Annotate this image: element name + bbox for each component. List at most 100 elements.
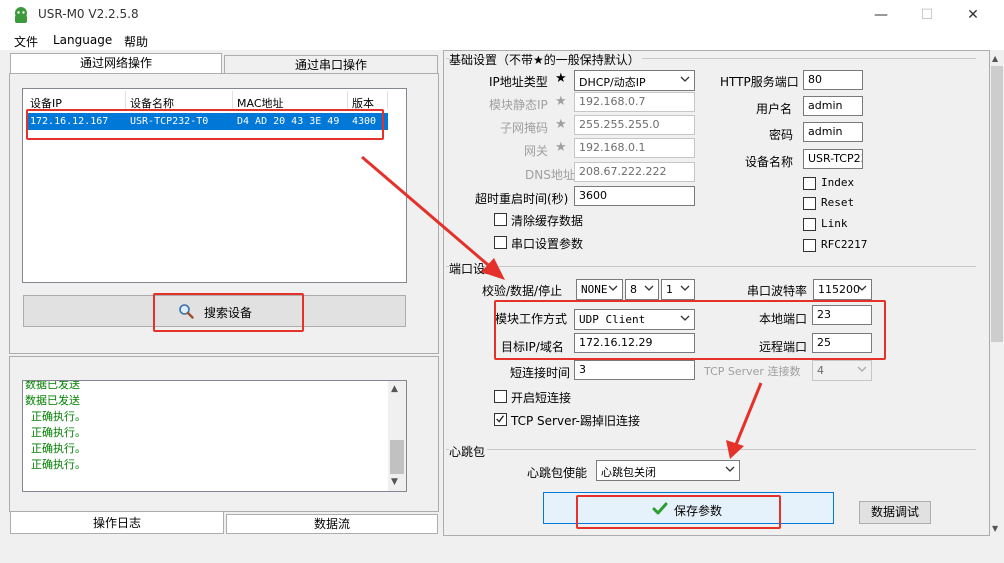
tcp-conn-select[interactable]: 4 [812, 360, 872, 381]
scrollbar-thumb[interactable] [991, 66, 1003, 342]
tab-serial[interactable]: 通过串口操作 [224, 55, 438, 75]
scrollbar-thumb[interactable] [390, 440, 404, 474]
chevron-down-icon [644, 285, 654, 291]
stopbits-select[interactable]: 1 [661, 279, 695, 300]
maximize-button[interactable]: ☐ [904, 0, 950, 30]
kick-old-label: TCP Server-踢掉旧连接 [511, 414, 640, 428]
password-label: 密码 [769, 128, 794, 142]
username-field[interactable]: admin [803, 96, 863, 116]
baud-select[interactable]: 115200 [813, 279, 872, 300]
reset-label: Reset [821, 196, 855, 209]
section-divider [446, 449, 976, 450]
reset-checkbox[interactable] [803, 197, 816, 210]
tab-data-stream[interactable]: 数据流 [226, 514, 438, 534]
rfc2217-checkbox[interactable] [803, 239, 816, 252]
parity-value: NONE [581, 283, 608, 296]
menu-help[interactable]: 帮助 [124, 33, 148, 50]
star-icon: ★ [555, 94, 567, 109]
index-label: Index [821, 176, 855, 189]
enable-short-checkbox[interactable] [494, 390, 507, 403]
data-debug-button[interactable]: 数据调试 [859, 501, 931, 524]
chevron-down-icon [608, 285, 618, 291]
gateway-field[interactable]: 192.168.0.1 [574, 138, 695, 158]
kick-old-checkbox[interactable] [494, 413, 507, 426]
parity-label: 校验/数据/停止 [482, 284, 563, 298]
dns-field[interactable]: 208.67.222.222 [574, 162, 695, 182]
heartbeat-enable-select[interactable]: 心跳包关闭 [596, 460, 740, 481]
menu-file[interactable]: 文件 [14, 33, 38, 50]
basic-section-title: 基础设置（不带★的一般保持默认） [449, 51, 642, 68]
username-label: 用户名 [756, 102, 793, 116]
annotation-box [576, 495, 781, 529]
link-checkbox[interactable] [803, 218, 816, 231]
star-icon: ★ [555, 71, 567, 86]
star-icon: ★ [555, 117, 567, 132]
ip-type-value: DHCP/动态IP [579, 76, 646, 89]
log-line: 数据已发送 [25, 394, 80, 407]
tcp-conn-label: TCP Server 连接数 [704, 365, 801, 378]
static-ip-label: 模块静态IP [489, 98, 548, 112]
short-conn-field[interactable]: 3 [574, 360, 695, 380]
heartbeat-section-title: 心跳包 [449, 443, 488, 460]
stopbits-value: 1 [666, 283, 673, 296]
log-output[interactable]: 数据已发送 数据已发送 正确执行。 正确执行。 正确执行。 正确执行。 [22, 380, 407, 492]
dns-label: DNS地址 [525, 168, 575, 182]
annotation-box [153, 293, 304, 332]
menu-bar [0, 30, 1004, 50]
tab-network[interactable]: 通过网络操作 [10, 53, 222, 74]
rfc2217-label: RFC2217 [821, 238, 868, 251]
port-section-title: 端口设置 [449, 260, 500, 277]
menu-language[interactable]: Language [53, 33, 112, 47]
short-conn-label: 短连接时间 [510, 366, 571, 380]
column-divider [232, 91, 233, 109]
device-name-field[interactable]: USR-TCP23 [803, 149, 863, 169]
index-checkbox[interactable] [803, 177, 816, 190]
scroll-up-icon[interactable]: ▲ [391, 384, 398, 394]
title-bar [0, 0, 1004, 30]
chevron-down-icon [857, 366, 867, 372]
log-line: 正确执行。 [31, 426, 86, 439]
password-field[interactable]: admin [803, 122, 863, 142]
timeout-label: 超时重启时间(秒) [475, 192, 569, 206]
chevron-down-icon [725, 466, 735, 472]
scroll-up-icon[interactable]: ▲ [992, 54, 998, 63]
window-title: USR-M0 V2.2.5.8 [38, 7, 139, 21]
scroll-down-icon[interactable]: ▼ [391, 477, 398, 487]
baud-label: 串口波特率 [747, 284, 808, 298]
scroll-down-icon[interactable]: ▼ [992, 524, 998, 533]
minimize-button[interactable]: — [858, 0, 904, 30]
ip-type-select[interactable]: DHCP/动态IP [574, 70, 695, 91]
annotation-box [494, 300, 886, 360]
serial-params-checkbox[interactable] [494, 236, 507, 249]
baud-value: 115200 [818, 283, 860, 296]
tab-operation-log[interactable]: 操作日志 [10, 512, 224, 534]
http-port-field[interactable]: 80 [803, 70, 863, 90]
subnet-field[interactable]: 255.255.255.0 [574, 115, 695, 135]
http-port-label: HTTP服务端口 [720, 75, 799, 89]
serial-params-label: 串口设置参数 [511, 237, 584, 251]
databits-select[interactable]: 8 [625, 279, 659, 300]
gateway-label: 网关 [524, 144, 549, 158]
checkmark-icon [496, 415, 505, 423]
heartbeat-enable-value: 心跳包关闭 [601, 466, 656, 479]
column-divider [387, 91, 388, 109]
status-bar [0, 536, 1004, 563]
static-ip-field[interactable]: 192.168.0.7 [574, 92, 695, 112]
enable-short-label: 开启短连接 [511, 391, 572, 405]
device-name-label: 设备名称 [745, 155, 794, 169]
clear-cache-checkbox[interactable] [494, 213, 507, 226]
chevron-down-icon [857, 285, 867, 291]
star-icon: ★ [555, 140, 567, 155]
log-line: 数据已发送 [25, 380, 80, 391]
parity-select[interactable]: NONE [576, 279, 623, 300]
timeout-field[interactable]: 3600 [574, 186, 695, 206]
clear-cache-label: 清除缓存数据 [511, 214, 584, 228]
link-label: Link [821, 217, 848, 230]
chevron-down-icon [680, 76, 690, 82]
heartbeat-enable-label: 心跳包使能 [527, 466, 588, 480]
close-button[interactable]: ✕ [950, 0, 996, 30]
chevron-down-icon [680, 285, 690, 291]
section-divider [446, 266, 976, 267]
subnet-label: 子网掩码 [500, 121, 549, 135]
log-scrollbar[interactable] [388, 381, 406, 491]
